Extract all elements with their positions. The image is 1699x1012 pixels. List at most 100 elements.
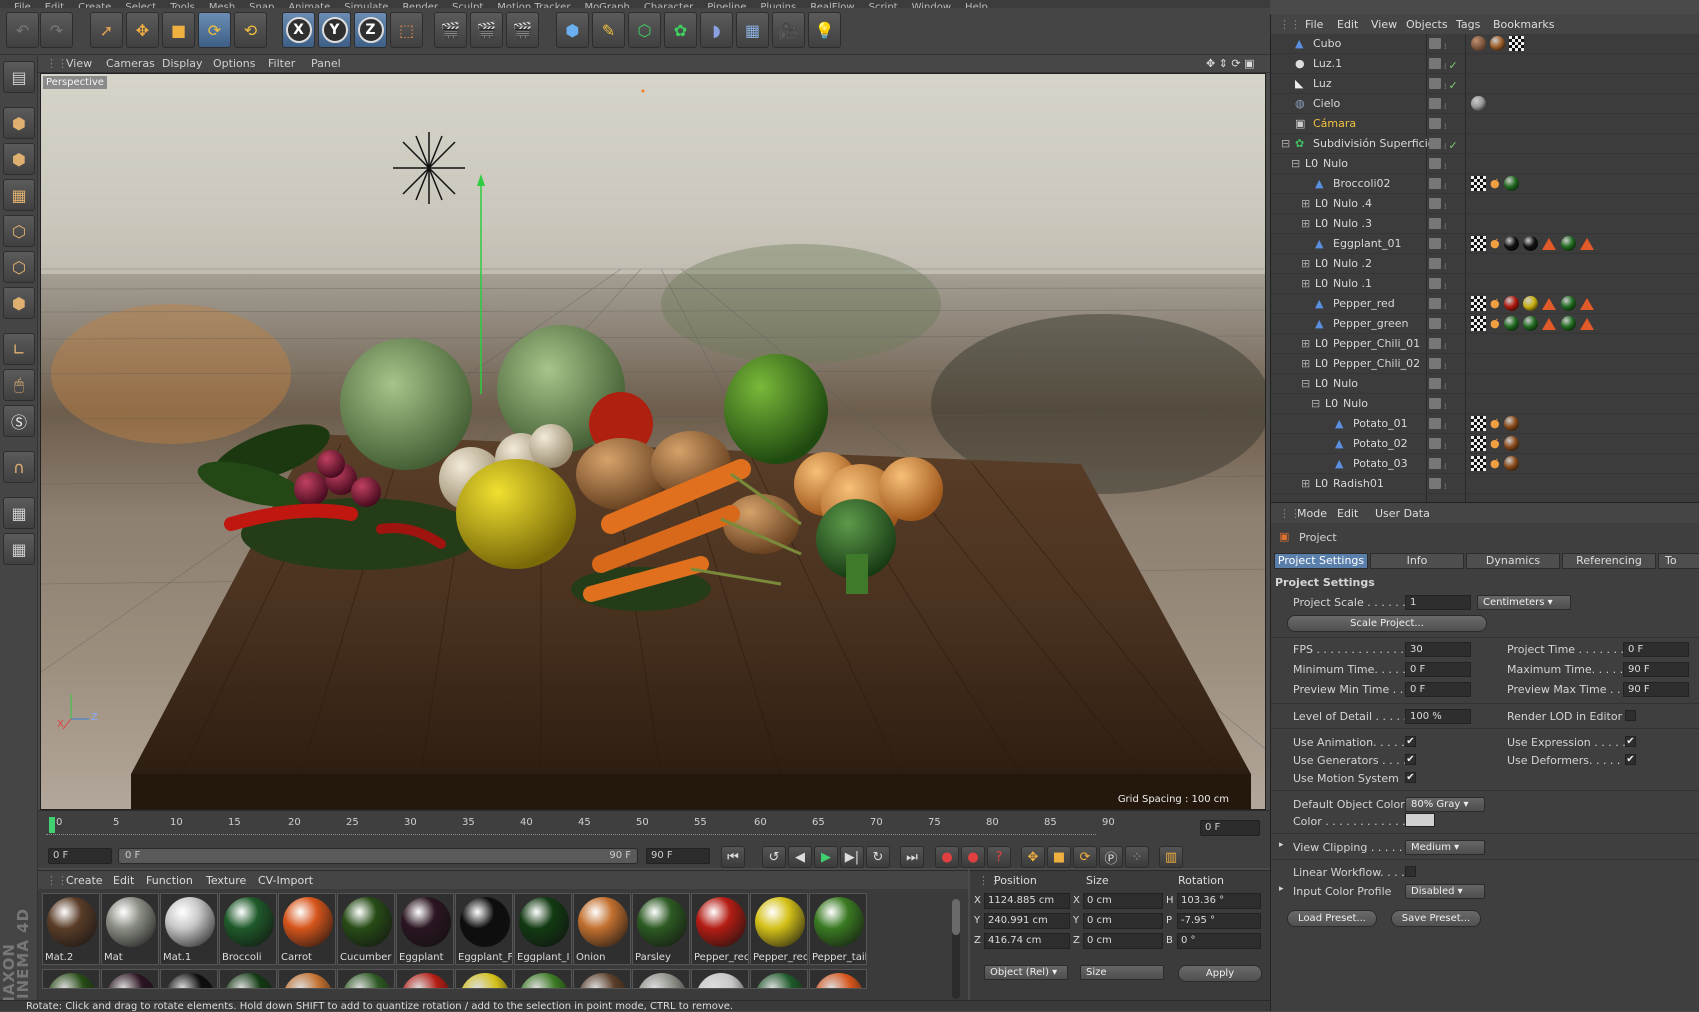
input-color-expand-icon[interactable]: ▸ <box>1279 884 1284 894</box>
pos-x-field[interactable]: 1124.885 cm <box>984 893 1070 909</box>
material-swatch-row2[interactable] <box>219 969 277 989</box>
object-row[interactable]: ▲Potato_01⁞●̇ <box>1271 414 1699 434</box>
undo-button[interactable]: ↶ <box>6 12 39 48</box>
object-name[interactable]: Nulo .1 <box>1333 277 1372 290</box>
material-swatch[interactable]: Broccoli <box>219 893 277 965</box>
visibility-flags[interactable]: ⁞ <box>1429 478 1463 490</box>
render-picture-viewer-button[interactable]: 🎬 <box>470 12 503 48</box>
material-swatch[interactable]: Mat.2 <box>42 893 100 965</box>
layer-flag-icon[interactable] <box>1429 318 1441 329</box>
selection-tag-icon[interactable] <box>1580 318 1594 330</box>
object-row[interactable]: ▲Pepper_green⁞●̇ <box>1271 314 1699 334</box>
material-tag-icon[interactable] <box>1471 36 1486 51</box>
object-name[interactable]: Nulo .3 <box>1333 217 1372 230</box>
visibility-flags[interactable]: ⁞ <box>1429 458 1463 470</box>
material-tag-icon[interactable] <box>1523 236 1538 251</box>
expand-toggle-icon[interactable]: ⊟ <box>1301 377 1310 390</box>
material-swatch[interactable]: Onion <box>573 893 631 965</box>
editor-visibility-dots-icon[interactable]: ⁞ <box>1444 382 1447 391</box>
project-scale-field[interactable]: 1 <box>1405 595 1471 610</box>
visibility-flags[interactable]: ⁞ <box>1429 38 1463 50</box>
pos-y-field[interactable]: 240.991 cm <box>984 913 1070 929</box>
tab-dynamics[interactable]: Dynamics <box>1466 553 1560 569</box>
material-swatch-row2[interactable] <box>396 969 454 989</box>
save-preset-button[interactable]: Save Preset... <box>1391 910 1481 927</box>
object-menu-edit[interactable]: Edit <box>1337 18 1358 31</box>
level-of-detail-field[interactable]: 100 % <box>1405 709 1471 724</box>
material-menu-texture[interactable]: Texture <box>206 874 246 887</box>
texture-tag-icon[interactable] <box>1471 296 1486 311</box>
material-scrollbar[interactable] <box>952 899 960 999</box>
phong-tag-icon[interactable]: ●̇ <box>1490 417 1500 430</box>
model-mode-button[interactable]: ⬢ <box>3 107 35 139</box>
material-swatch-row2[interactable] <box>101 969 159 989</box>
object-row[interactable]: ⊟L0Nulo⁞ <box>1271 394 1699 414</box>
editor-visibility-dots-icon[interactable]: ⁞ <box>1444 462 1447 471</box>
coordinate-system-button[interactable]: ⬚ <box>390 12 423 48</box>
material-tag-icon[interactable] <box>1504 296 1519 311</box>
editor-visibility-dots-icon[interactable]: ⁞ <box>1444 342 1447 351</box>
object-row[interactable]: ⊟✿Subdivisión Superficie⁞✓ <box>1271 134 1699 154</box>
use-motion-system-checkbox[interactable]: ✔ <box>1405 772 1416 783</box>
expand-toggle-icon[interactable]: ⊞ <box>1301 337 1310 350</box>
texture-mode-button[interactable]: ⬢ <box>3 143 35 175</box>
go-to-end-button[interactable]: ⏭ <box>900 846 924 868</box>
visibility-flags[interactable]: ⁞ <box>1429 158 1463 170</box>
material-menu-edit[interactable]: Edit <box>113 874 134 887</box>
layer-flag-icon[interactable] <box>1429 98 1441 109</box>
material-tag-icon[interactable] <box>1561 296 1576 311</box>
go-to-start-button[interactable]: ⏮ <box>721 846 745 868</box>
material-swatch[interactable]: Eggplant_I <box>514 893 572 965</box>
material-swatch[interactable]: Mat.1 <box>160 893 218 965</box>
material-swatch-row2[interactable] <box>514 969 572 989</box>
axis-mode-button[interactable]: ∟ <box>3 333 35 365</box>
selection-tag-icon[interactable] <box>1580 298 1594 310</box>
viewport-menu-view[interactable]: View <box>66 57 92 70</box>
editor-visibility-dots-icon[interactable]: ⁞ <box>1444 362 1447 371</box>
editor-visibility-dots-icon[interactable]: ⁞ <box>1444 102 1447 111</box>
object-row[interactable]: ◍Cielo⁞ <box>1271 94 1699 114</box>
object-row[interactable]: ▲Cubo⁞ <box>1271 34 1699 54</box>
layer-flag-icon[interactable] <box>1429 478 1441 489</box>
material-swatch[interactable]: Mat <box>101 893 159 965</box>
visibility-flags[interactable]: ⁞ <box>1429 278 1463 290</box>
points-mode-button[interactable]: ⬡ <box>3 215 35 247</box>
layer-flag-icon[interactable] <box>1429 278 1441 289</box>
expand-toggle-icon[interactable]: ⊞ <box>1301 277 1310 290</box>
enabled-check-icon[interactable]: ✓ <box>1449 139 1458 152</box>
polygons-mode-button[interactable]: ⬢ <box>3 287 35 319</box>
material-tag-icon[interactable] <box>1471 96 1486 111</box>
material-tag-icon[interactable] <box>1504 236 1519 251</box>
material-swatch[interactable]: Pepper_rec <box>750 893 808 965</box>
material-tag-icon[interactable] <box>1504 176 1519 191</box>
live-selection-button[interactable]: ➚ <box>90 12 123 48</box>
object-row[interactable]: ⊞L0Nulo .2⁞ <box>1271 254 1699 274</box>
object-row[interactable]: ▲Broccoli02⁞●̇ <box>1271 174 1699 194</box>
expand-toggle-icon[interactable]: ⊞ <box>1301 357 1310 370</box>
expand-toggle-icon[interactable]: ⊟ <box>1311 397 1320 410</box>
expand-toggle-icon[interactable]: ⊞ <box>1301 257 1310 270</box>
material-swatch[interactable]: Pepper_rec <box>691 893 749 965</box>
use-generators-checkbox[interactable]: ✔ <box>1405 754 1416 765</box>
visibility-flags[interactable]: ⁞ <box>1429 358 1463 370</box>
current-frame-field[interactable]: 0 F <box>1200 820 1260 836</box>
pos-z-field[interactable]: 416.74 cm <box>984 933 1070 949</box>
autokey-button[interactable]: ● <box>961 846 985 868</box>
editor-visibility-dots-icon[interactable]: ⁞ <box>1444 162 1447 171</box>
rot-b-field[interactable]: 0 ° <box>1177 933 1261 949</box>
object-row[interactable]: ◣Luz⁞✓ <box>1271 74 1699 94</box>
visibility-flags[interactable]: ⁞✓ <box>1429 138 1463 150</box>
tab-info[interactable]: Info <box>1370 553 1464 569</box>
object-menu-file[interactable]: File <box>1305 18 1323 31</box>
phong-tag-icon[interactable]: ●̇ <box>1490 317 1500 330</box>
project-scale-unit-dropdown[interactable]: Centimeters ▾ <box>1477 595 1571 610</box>
enabled-check-icon[interactable]: ✓ <box>1449 59 1458 72</box>
view-clipping-dropdown[interactable]: Medium ▾ <box>1405 840 1485 855</box>
material-swatch-row2[interactable] <box>632 969 690 989</box>
material-swatch[interactable]: Parsley <box>632 893 690 965</box>
editor-visibility-dots-icon[interactable]: ⁞ <box>1444 222 1447 231</box>
material-swatch-row2[interactable] <box>809 969 867 989</box>
object-name[interactable]: Pepper_red <box>1333 297 1395 310</box>
material-menu-cv-import[interactable]: CV-Import <box>258 874 313 887</box>
object-name[interactable]: Cámara <box>1313 117 1356 130</box>
